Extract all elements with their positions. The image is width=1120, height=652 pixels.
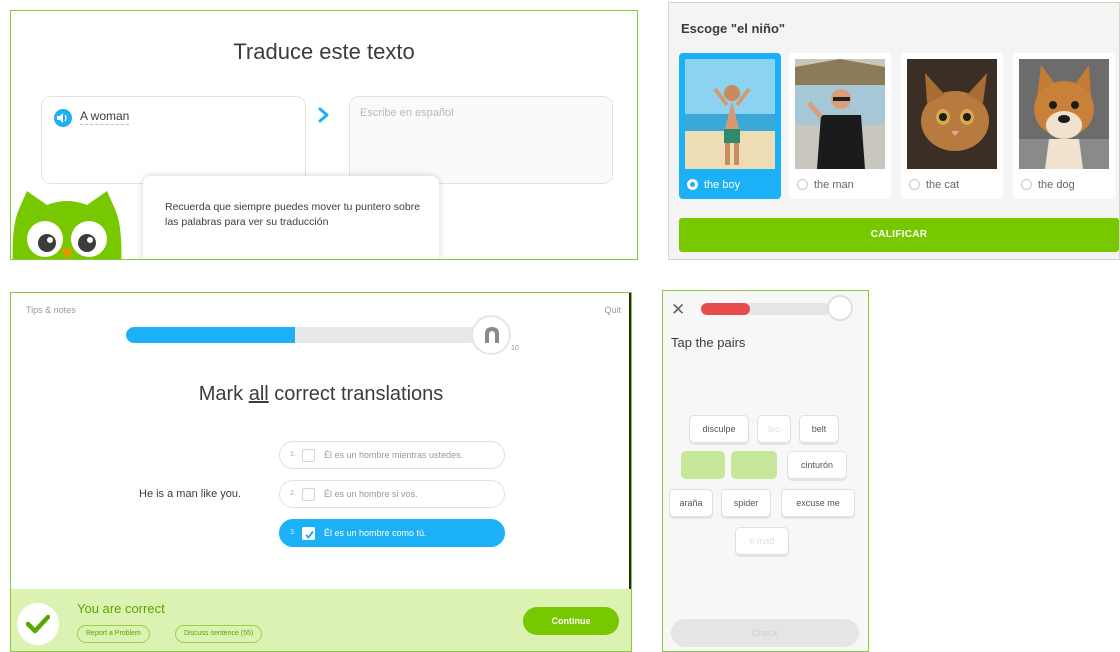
cat-photo [907,59,997,169]
answer-text: Él es un hombre mientras ustedes. [324,450,464,460]
continue-button[interactable]: Continue [523,607,619,635]
option-label: the dog [1038,179,1075,191]
exercise-title: Escoge "el niño" [681,21,786,36]
answer-input[interactable]: Escribe en español [349,96,613,184]
radio-icon[interactable] [1021,179,1032,190]
lesson-progress-bar [126,327,486,343]
radio-icon[interactable] [909,179,920,190]
option-label: the cat [926,179,960,191]
choose-image-panel: Escoge "el niño" the boy the man the cat… [668,2,1120,260]
answer-number: 2. [290,490,296,497]
option-label: the man [814,179,854,191]
option-dog[interactable]: the dog [1021,179,1075,191]
word-tile[interactable]: spider [721,489,771,517]
trophy-count: 10 [511,345,519,352]
word-tile-used: ti mad [735,527,789,555]
word-tile[interactable]: araña [669,489,713,517]
quit-link[interactable]: Quit [604,305,621,315]
trophy-icon [471,315,511,355]
option-card-dog[interactable]: the dog [1013,53,1115,199]
answer-option-1[interactable]: 1. Él es un hombre mientras ustedes. [279,441,505,469]
answer-text: Él es un hombre como tú. [324,528,427,538]
speaker-icon[interactable] [54,109,72,127]
check-answer-button[interactable]: CALIFICAR [679,218,1119,252]
word-tile-matched [731,451,777,479]
option-card-cat[interactable]: the cat [901,53,1003,199]
option-boy[interactable]: the boy [687,179,740,191]
tap-pairs-panel: ✕ Tap the pairs disculpe leo belt cintur… [662,290,869,652]
exercise-title: Traduce este texto [233,39,415,64]
word-tile[interactable]: cinturón [787,451,847,479]
dog-photo [1019,59,1109,169]
answer-number: 1. [290,451,296,458]
radio-icon[interactable] [797,179,808,190]
option-man[interactable]: the man [797,179,854,191]
report-problem-button[interactable]: Report a Problem [77,625,150,643]
close-icon[interactable]: ✕ [671,301,685,318]
boy-photo [685,59,775,169]
checkmark-icon [17,603,59,645]
discuss-sentence-button[interactable]: Discuss sentence (55) [175,625,263,643]
answer-placeholder: Escribe en español [360,107,454,119]
lesson-progress-fill [126,327,296,343]
word-tile[interactable]: belt [799,415,839,443]
answer-option-2[interactable]: 2. Él es un hombre si vos. [279,480,505,508]
check-button[interactable]: Check [671,619,859,647]
answer-number: 3. [290,529,296,536]
source-sentence-box: A woman [41,96,306,184]
option-card-boy[interactable]: the boy [679,53,781,199]
answer-text: Él es un hombre si vos. [324,489,418,499]
tip-bubble: Recuerda que siempre puedes mover tu pun… [143,176,439,259]
word-tile[interactable]: disculpe [689,415,749,443]
exercise-title: Tap the pairs [671,335,746,350]
owl-mascot [11,187,123,259]
option-cat[interactable]: the cat [909,179,959,191]
tips-notes-link[interactable]: Tips & notes [26,305,76,315]
checkbox[interactable] [302,488,315,501]
option-card-man[interactable]: the man [789,53,891,199]
exercise-title: Mark all correct translations [198,383,444,405]
radio-selected-icon[interactable] [687,179,698,190]
trophy-icon [827,295,853,321]
result-footer: You are correct Report a Problem Discuss… [11,589,631,651]
word-tile[interactable]: excuse me [781,489,855,517]
lesson-progress-bar [701,303,831,315]
result-message: You are correct [77,601,165,616]
checkbox[interactable] [302,449,315,462]
panel-edge [629,293,631,589]
source-word[interactable]: A woman [80,109,130,125]
chevron-right-icon [317,106,331,129]
lesson-progress-fill [701,303,751,315]
answer-option-3[interactable]: 3. Él es un hombre como tú. [279,519,505,547]
checkbox-checked[interactable] [302,527,315,540]
mark-translations-panel: Tips & notes Quit 10 Mark all correct tr… [10,292,632,652]
option-label: the boy [704,179,741,191]
translate-exercise-panel: Traduce este texto A woman Escribe en es… [10,10,638,260]
man-photo [795,59,885,169]
source-sentence: He is a man like you. [139,488,242,500]
word-tile-used: leo [757,415,791,443]
word-tile-matched [681,451,725,479]
